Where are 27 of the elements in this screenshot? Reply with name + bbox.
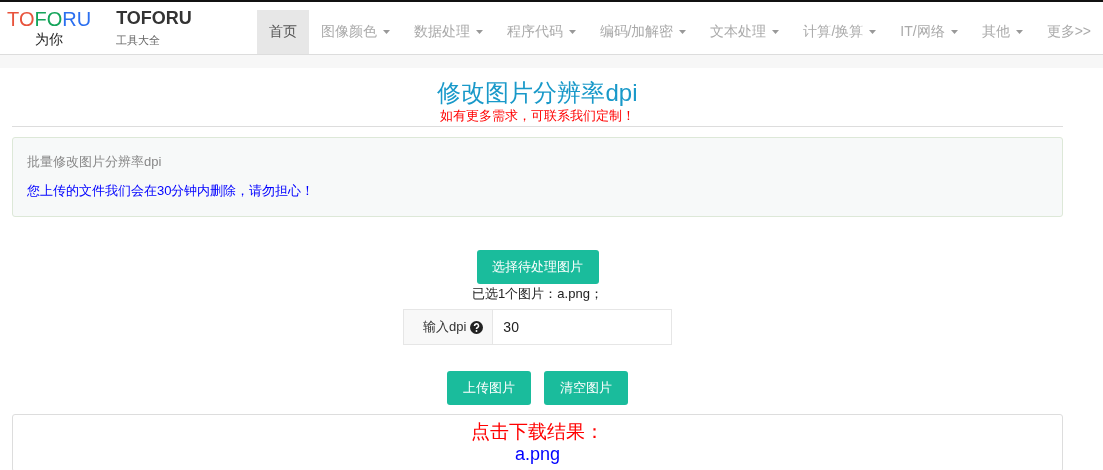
- help-icon[interactable]: [470, 320, 484, 334]
- nav-item[interactable]: 图像颜色: [308, 10, 402, 54]
- nav-item[interactable]: 其他: [969, 10, 1035, 54]
- selected-files-text: 已选1个图片：a.png；: [472, 286, 603, 302]
- page-title: 修改图片分辨率dpi: [437, 78, 638, 108]
- nav-item[interactable]: 编码/加解密: [587, 10, 699, 54]
- nav-item[interactable]: 文本处理: [698, 10, 792, 54]
- nav-item[interactable]: 数据处理: [401, 10, 495, 54]
- nav-item[interactable]: 更多>>: [1034, 10, 1103, 54]
- nav-item[interactable]: 计算/换算: [791, 10, 889, 54]
- panel-heading: 批量修改图片分辨率dpi: [27, 153, 163, 171]
- clear-button[interactable]: 清空图片: [544, 371, 628, 405]
- brand-title[interactable]: TOFORU: [116, 8, 192, 28]
- brand-subtitle: 工具大全: [116, 33, 161, 48]
- logo-wordmark: TOFORU: [7, 8, 92, 30]
- notice-text: 您上传的文件我们会在30分钟内删除，请勿担心！: [27, 182, 316, 200]
- result-heading: 点击下载结果：: [471, 421, 604, 443]
- select-images-button[interactable]: 选择待处理图片: [476, 250, 599, 284]
- dpi-label: 输入dpi: [422, 318, 467, 336]
- nav-item[interactable]: IT/网络: [888, 10, 970, 54]
- dpi-input[interactable]: 30: [492, 310, 671, 344]
- nav-item[interactable]: 程序代码: [494, 10, 588, 54]
- page-subtitle: 如有更多需求，可联系我们定制！: [440, 108, 635, 124]
- upload-button[interactable]: 上传图片: [447, 371, 531, 405]
- logo-tagline: 为你: [35, 30, 64, 48]
- nav-item[interactable]: 首页: [256, 10, 309, 54]
- download-link[interactable]: a.png: [514, 443, 560, 465]
